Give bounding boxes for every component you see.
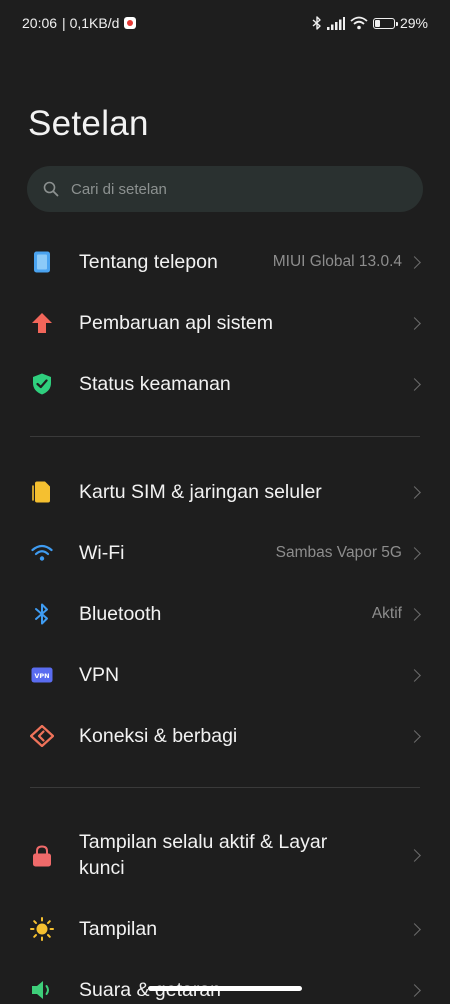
chevron-right-icon [408,983,421,997]
item-label: Tentang telepon [79,251,218,273]
wifi-icon [30,541,54,565]
chevron-right-icon [408,849,421,862]
settings-item-sim-network[interactable]: Kartu SIM & jaringan seluler [0,478,450,506]
chevron-right-icon [408,316,421,330]
status-bar-left: 20:06 | 0,1KB/d [22,15,137,31]
item-value: MIUI Global 13.0.4 [272,253,402,270]
item-value: Aktif [371,605,402,622]
recording-icon [124,17,137,29]
battery-icon [372,17,398,29]
vpn-icon: VPN [30,663,54,687]
speaker-icon [30,978,54,1002]
chevron-right-icon [408,255,421,269]
home-indicator[interactable] [148,986,302,991]
item-label: Status keamanan [79,373,231,395]
chevron-right-icon [408,607,421,621]
section-divider [30,787,420,788]
item-value: Sambas Vapor 5G [275,544,402,561]
bluetooth-icon [312,16,321,30]
item-label: Bluetooth [79,603,162,625]
settings-item-system-app-updates[interactable]: Pembaruan apl sistem [0,309,450,337]
phone-icon [30,250,54,274]
connection-share-icon [30,724,54,748]
settings-item-display[interactable]: Tampilan [0,915,450,943]
settings-item-bluetooth[interactable]: Bluetooth Aktif [0,600,450,628]
sun-icon [30,917,54,941]
status-bar: 20:06 | 0,1KB/d 29% [0,0,450,46]
section-divider [30,436,420,437]
item-label: Pembaruan apl sistem [79,312,274,334]
item-label: Kartu SIM & jaringan seluler [79,481,322,503]
chevron-right-icon [408,377,421,391]
chevron-right-icon [408,922,421,936]
battery-percent: 29% [399,15,428,31]
status-bar-right: 29% [312,15,428,31]
wifi-status-icon [350,16,368,30]
bluetooth-icon [30,602,54,626]
item-label: Tampilan [79,918,158,940]
item-label: Wi-Fi [79,542,125,564]
settings-item-connection-sharing[interactable]: Koneksi & berbagi [0,722,450,750]
lock-icon [30,844,54,868]
item-label: Tampilan selalu aktif & Layar kunci [79,831,328,879]
settings-item-wifi[interactable]: Wi-Fi Sambas Vapor 5G [0,539,450,567]
item-label: Koneksi & berbagi [79,725,238,747]
settings-item-always-on-lock-screen[interactable]: Tampilan selalu aktif & Layar kunci [0,829,450,883]
item-label: VPN [79,664,120,686]
battery-fill [374,19,381,27]
shield-icon [30,372,54,396]
settings-item-security-status[interactable]: Status keamanan [0,370,450,398]
sim-icon [30,480,54,504]
chevron-right-icon [408,485,421,499]
search-bar[interactable] [27,166,423,212]
network-speed: | 0,1KB/d [62,15,120,31]
chevron-right-icon [408,729,421,743]
chevron-right-icon [408,668,421,682]
search-input[interactable] [69,179,393,199]
chevron-right-icon [408,546,421,560]
svg-text:VPN: VPN [34,672,49,680]
settings-item-vpn[interactable]: VPN VPN [0,661,450,689]
search-icon [43,181,59,197]
arrow-up-icon [30,311,54,335]
settings-item-about-phone[interactable]: Tentang telepon MIUI Global 13.0.4 [0,248,450,276]
page-title: Setelan [28,104,149,143]
status-time: 20:06 [22,15,58,31]
signal-icon [326,16,345,30]
